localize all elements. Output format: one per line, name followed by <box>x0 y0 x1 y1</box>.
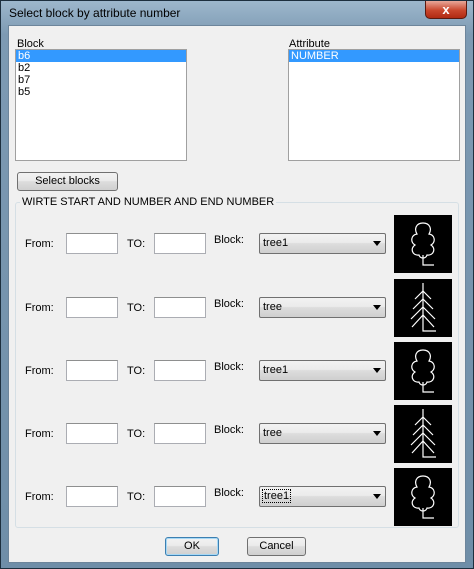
window-title: Select block by attribute number <box>9 6 181 20</box>
from-input[interactable] <box>66 360 118 381</box>
to-label: TO: <box>127 302 146 314</box>
block-dropdown-value: tree1 <box>263 364 289 376</box>
dialog-client: Block b6 b2 b7 b5 Attribute NUMBER Select b… <box>8 25 466 563</box>
block-dropdown[interactable]: tree1 <box>259 360 386 381</box>
list-item[interactable]: b7 <box>16 74 186 86</box>
cancel-button[interactable]: Cancel <box>247 537 306 556</box>
list-item[interactable]: b2 <box>16 62 186 74</box>
block-dropdown[interactable]: tree1 <box>259 486 386 507</box>
from-label: From: <box>25 428 54 440</box>
block-dropdown[interactable]: tree <box>259 423 386 444</box>
close-button[interactable]: x <box>425 1 467 19</box>
chevron-down-icon <box>373 305 381 310</box>
block-dropdown[interactable]: tree <box>259 297 386 318</box>
to-label: TO: <box>127 428 146 440</box>
to-label: TO: <box>127 238 146 250</box>
tree1-icon <box>394 215 452 273</box>
block-dropdown-value: tree1 <box>263 237 289 249</box>
to-input[interactable] <box>154 486 206 507</box>
dialog-window: Select block by attribute number x Block… <box>0 0 474 569</box>
list-item[interactable]: b5 <box>16 86 186 98</box>
tree-icon <box>394 405 452 463</box>
to-label: TO: <box>127 491 146 503</box>
tree1-icon <box>394 342 452 400</box>
list-item[interactable]: b6 <box>16 50 186 62</box>
to-input[interactable] <box>154 423 206 444</box>
block-listbox[interactable]: b6 b2 b7 b5 <box>15 49 187 161</box>
ok-button[interactable]: OK <box>165 537 219 556</box>
group-label: WIRTE START AND NUMBER AND END NUMBER <box>20 196 277 208</box>
tree-icon <box>394 279 452 337</box>
to-input[interactable] <box>154 360 206 381</box>
to-label: TO: <box>127 365 146 377</box>
close-icon: x <box>442 2 450 17</box>
from-label: From: <box>25 238 54 250</box>
block-dropdown-value: tree1 <box>261 489 292 503</box>
block-label: Block: <box>214 361 244 373</box>
block-dropdown[interactable]: tree1 <box>259 233 386 254</box>
from-input[interactable] <box>66 486 118 507</box>
chevron-down-icon <box>373 494 381 499</box>
list-item[interactable]: NUMBER <box>289 50 459 62</box>
from-input[interactable] <box>66 423 118 444</box>
from-input[interactable] <box>66 233 118 254</box>
from-label: From: <box>25 365 54 377</box>
to-input[interactable] <box>154 297 206 318</box>
block-dropdown-value: tree <box>263 301 282 313</box>
attribute-listbox[interactable]: NUMBER <box>288 49 460 161</box>
from-label: From: <box>25 491 54 503</box>
from-input[interactable] <box>66 297 118 318</box>
chevron-down-icon <box>373 368 381 373</box>
block-label: Block: <box>214 424 244 436</box>
to-input[interactable] <box>154 233 206 254</box>
chevron-down-icon <box>373 431 381 436</box>
block-label: Block: <box>214 234 244 246</box>
title-bar[interactable]: Select block by attribute number x <box>1 1 473 25</box>
chevron-down-icon <box>373 241 381 246</box>
select-blocks-button[interactable]: Select blocks <box>17 172 118 191</box>
block-dropdown-value: tree <box>263 427 282 439</box>
block-label: Block: <box>214 487 244 499</box>
from-label: From: <box>25 302 54 314</box>
tree1-icon <box>394 468 452 526</box>
block-label: Block: <box>214 298 244 310</box>
